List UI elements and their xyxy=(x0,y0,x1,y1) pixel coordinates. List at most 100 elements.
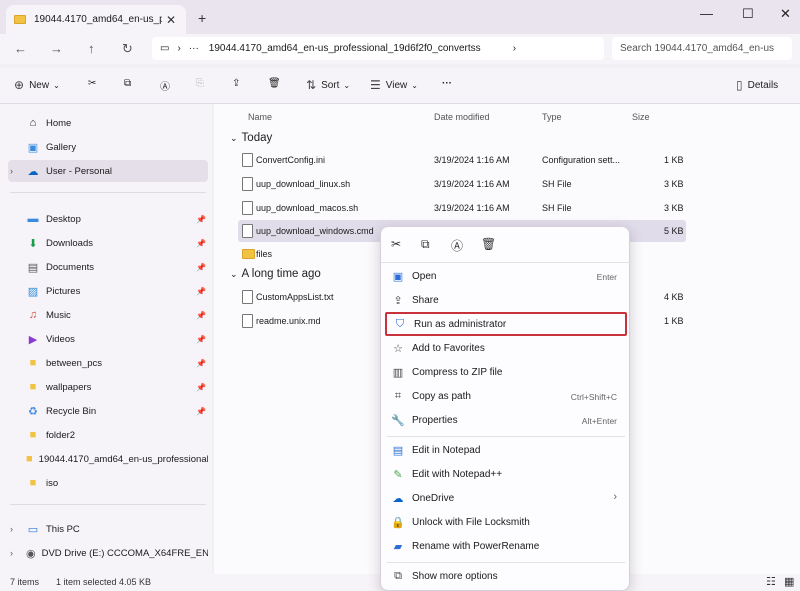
cut-icon[interactable]: ✂ xyxy=(391,237,401,251)
menu-label: Add to Favorites xyxy=(412,343,485,354)
group-header-long-ago[interactable]: ⌄ A long time ago xyxy=(230,268,321,280)
file-name: files xyxy=(256,249,273,259)
menu-label: Copy as path xyxy=(412,391,471,402)
menu-label: Compress to ZIP file xyxy=(412,367,503,378)
search-input[interactable]: Search 19044.4170_amd64_en-us xyxy=(612,37,792,60)
menu-item-rename-with-powerrename[interactable]: ▰ Rename with PowerRename xyxy=(385,536,627,558)
more-options-button[interactable]: ··· xyxy=(442,78,452,89)
sidebar-item-label: Gallery xyxy=(46,141,77,153)
menu-item-show-more-options[interactable]: ⧉ Show more options xyxy=(385,566,627,588)
explorer-tab[interactable]: 19044.4170_amd64_en-us_professional_19d6… xyxy=(6,5,186,34)
rename-icon[interactable]: Ⓐ xyxy=(160,78,170,93)
path-field[interactable]: ▭ › ··· 19044.4170_amd64_en-us_professio… xyxy=(152,37,604,60)
sidebar-item-dvd-drive[interactable]: › ◉ DVD Drive (E:) CCCOMA_X64FRE_EN-US_D… xyxy=(8,542,208,564)
share-icon[interactable]: ⇪ xyxy=(232,78,240,89)
menu-item-run-as-administrator[interactable]: ⛉ Run as administrator xyxy=(385,312,627,336)
sidebar-item-gallery[interactable]: ▣ Gallery xyxy=(8,136,208,158)
sort-button[interactable]: ⇅ Sort ⌄ xyxy=(306,78,350,92)
maximize-button[interactable]: ☐ xyxy=(742,6,754,22)
cut-icon[interactable]: ✂ xyxy=(88,78,96,89)
menu-item-open[interactable]: ▣ Open Enter xyxy=(385,266,627,288)
menu-label: Share xyxy=(412,295,439,306)
breadcrumb[interactable]: 19044.4170_amd64_en-us_professional_19d6… xyxy=(209,43,509,54)
menu-item-unlock-file-locksmith[interactable]: 🔒 Unlock with File Locksmith xyxy=(385,512,627,534)
menu-item-compress-zip[interactable]: ▥ Compress to ZIP file xyxy=(385,362,627,384)
documents-icon: ▤ xyxy=(27,261,39,274)
menu-label: Show more options xyxy=(412,571,498,582)
folder-icon xyxy=(14,15,26,24)
home-icon: ⌂ xyxy=(29,117,37,129)
dvd-icon: ◉ xyxy=(26,547,36,560)
menu-item-add-to-favorites[interactable]: ☆ Add to Favorites xyxy=(385,338,627,360)
item-count: 7 items xyxy=(10,577,40,587)
sidebar-item-music[interactable]: ♫ Music 📌 xyxy=(8,304,208,326)
sidebar-item-pictures[interactable]: ▨ Pictures 📌 xyxy=(8,280,208,302)
sidebar-item-label: wallpapers xyxy=(46,381,92,393)
tiles-view-icon[interactable]: ▦ xyxy=(784,575,794,588)
copy-icon[interactable]: ⧉ xyxy=(421,237,430,252)
file-icon xyxy=(242,201,253,215)
table-row[interactable]: ConvertConfig.ini 3/19/2024 1:16 AM Conf… xyxy=(238,149,686,171)
menu-item-copy-as-path[interactable]: ⌗ Copy as path Ctrl+Shift+C xyxy=(385,386,627,408)
menu-label: Unlock with File Locksmith xyxy=(412,517,530,528)
menu-item-share[interactable]: ⇪ Share xyxy=(385,290,627,312)
tab-close-button[interactable]: ✕ xyxy=(166,13,176,27)
recycle-bin-icon: ♻ xyxy=(28,405,38,418)
sidebar-item-recycle-bin[interactable]: ♻ Recycle Bin 📌 xyxy=(8,400,208,422)
sidebar-item-videos[interactable]: ▶ Videos 📌 xyxy=(8,328,208,350)
delete-icon[interactable]: 🗑 xyxy=(481,237,496,251)
sidebar-item-home[interactable]: ⌂ Home xyxy=(8,112,208,134)
menu-shortcut: Ctrl+Shift+C xyxy=(570,392,617,402)
breadcrumb-chevron-icon: › xyxy=(177,43,181,54)
shield-icon: ⛉ xyxy=(395,318,405,330)
paste-icon[interactable]: ⎘ xyxy=(196,78,204,89)
share-icon: ⇪ xyxy=(393,295,403,307)
breadcrumb-more-icon[interactable]: ··· xyxy=(189,43,199,54)
pin-icon: 📌 xyxy=(196,334,206,344)
sidebar-item-this-pc[interactable]: › ▭ This PC xyxy=(8,518,208,540)
menu-item-edit-with-notepadpp[interactable]: ✎ Edit with Notepad++ xyxy=(385,464,627,486)
sidebar-item-19044-folder[interactable]: ■ 19044.4170_amd64_en-us_professional_19… xyxy=(8,448,208,470)
new-tab-button[interactable]: + xyxy=(198,10,206,26)
chevron-right-icon[interactable]: › xyxy=(10,548,13,558)
menu-item-onedrive[interactable]: ☁ OneDrive › xyxy=(385,488,627,510)
back-arrow-icon[interactable]: ← xyxy=(14,41,27,56)
sidebar-item-folder2[interactable]: ■ folder2 xyxy=(8,424,208,446)
sidebar-item-user-personal[interactable]: › ☁ User - Personal xyxy=(8,160,208,182)
delete-icon[interactable]: 🗑 xyxy=(268,78,281,89)
column-name[interactable]: Name xyxy=(248,112,272,122)
forward-arrow-icon[interactable]: → xyxy=(50,41,63,56)
column-size[interactable]: Size xyxy=(632,112,650,122)
sidebar-item-iso[interactable]: ■ iso xyxy=(8,472,208,494)
column-date-modified[interactable]: Date modified xyxy=(434,112,490,122)
details-button[interactable]: ▯ Details xyxy=(736,78,778,92)
chevron-right-icon[interactable]: › xyxy=(10,524,13,534)
menu-item-properties[interactable]: 🔧 Properties Alt+Enter xyxy=(385,410,627,432)
close-window-button[interactable]: ✕ xyxy=(780,6,791,22)
details-view-icon[interactable]: ☷ xyxy=(766,575,776,588)
refresh-icon[interactable]: ↻ xyxy=(122,41,133,57)
sidebar-item-between-pcs[interactable]: ■ between_pcs 📌 xyxy=(8,352,208,374)
up-arrow-icon[interactable]: ↑ xyxy=(88,41,95,56)
group-header-today[interactable]: ⌄ Today xyxy=(230,132,272,144)
copy-icon[interactable]: ⧉ xyxy=(124,78,131,89)
rename-icon[interactable]: Ⓐ xyxy=(451,237,463,254)
column-type[interactable]: Type xyxy=(542,112,562,122)
minimize-button[interactable]: — xyxy=(700,6,713,21)
sidebar-item-label: between_pcs xyxy=(46,357,102,369)
desktop-icon: ▬ xyxy=(27,213,39,225)
menu-divider xyxy=(387,436,625,437)
sidebar-item-documents[interactable]: ▤ Documents 📌 xyxy=(8,256,208,278)
sidebar-item-wallpapers[interactable]: ■ wallpapers 📌 xyxy=(8,376,208,398)
view-button[interactable]: ☰ View ⌄ xyxy=(370,78,418,92)
sidebar-item-downloads[interactable]: ⬇ Downloads 📌 xyxy=(8,232,208,254)
menu-shortcut: Alt+Enter xyxy=(581,416,617,426)
table-row[interactable]: uup_download_linux.sh 3/19/2024 1:16 AM … xyxy=(238,173,686,195)
sidebar-item-desktop[interactable]: ▬ Desktop 📌 xyxy=(8,208,208,230)
file-date: 3/19/2024 1:16 AM xyxy=(434,155,510,165)
chevron-right-icon[interactable]: › xyxy=(10,166,13,176)
menu-item-edit-in-notepad[interactable]: ▤ Edit in Notepad xyxy=(385,440,627,462)
file-icon xyxy=(242,177,253,191)
table-row[interactable]: uup_download_macos.sh 3/19/2024 1:16 AM … xyxy=(238,197,686,219)
new-button[interactable]: ⊕ New ⌄ xyxy=(14,78,60,92)
